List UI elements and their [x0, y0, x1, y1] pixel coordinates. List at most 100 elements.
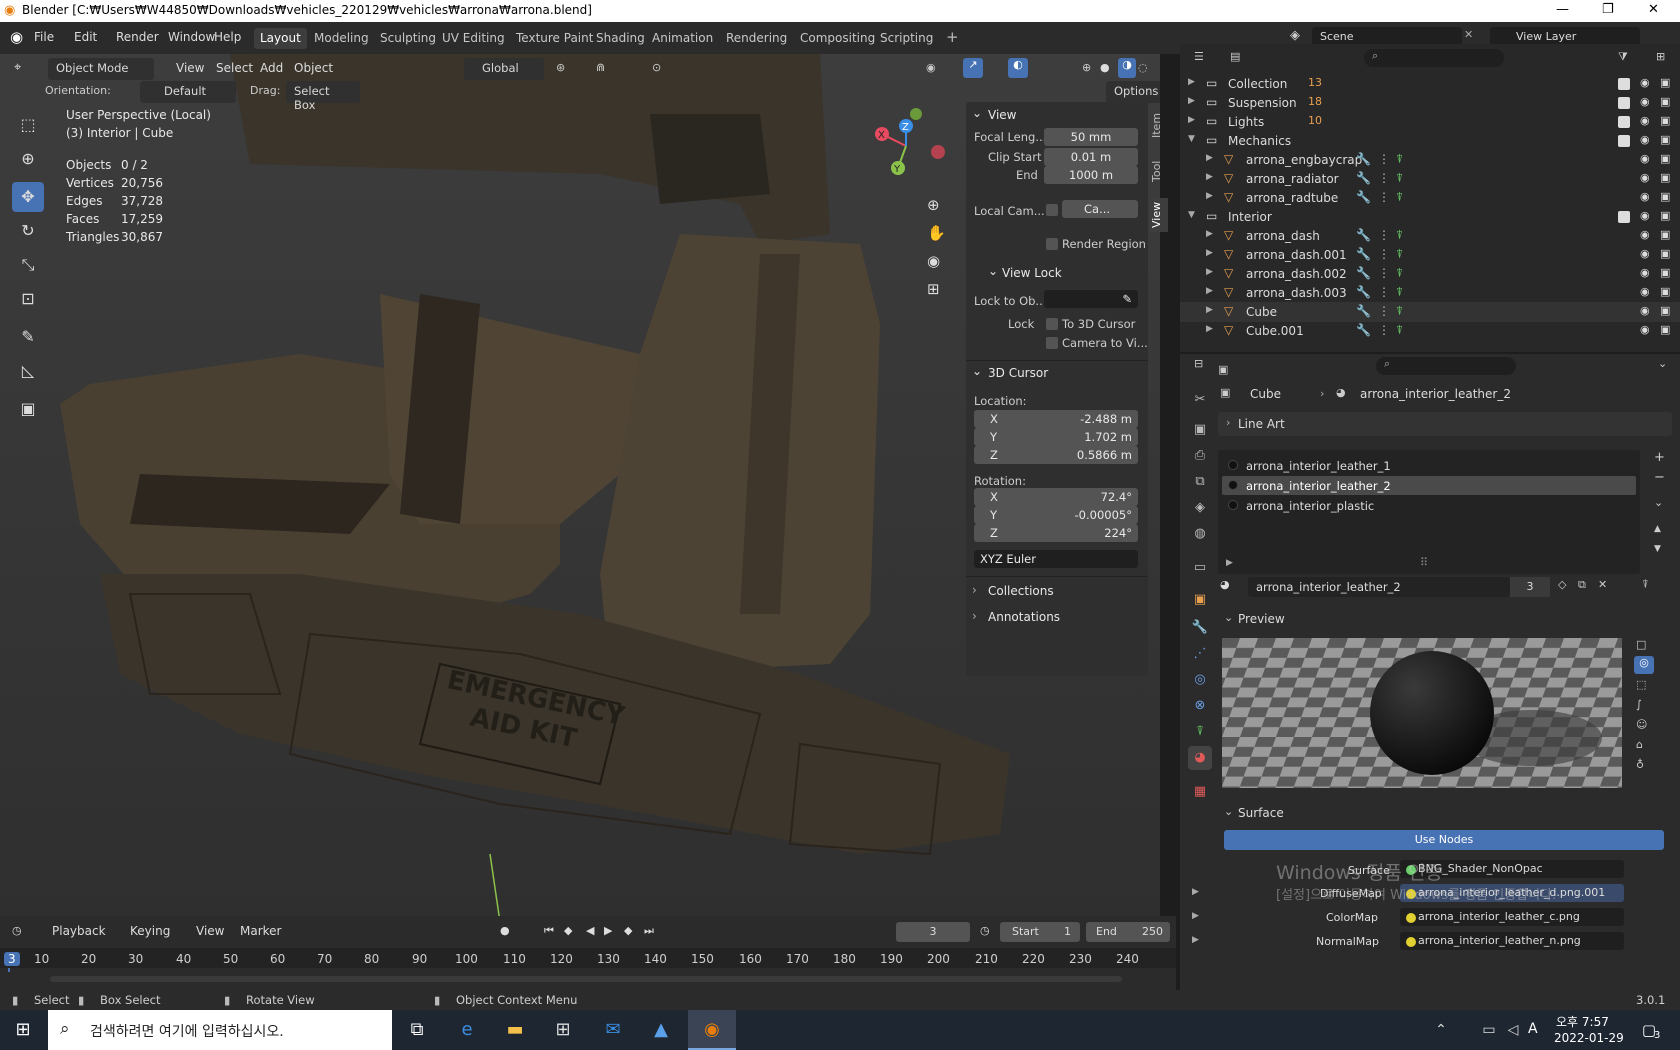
pan-hand-icon[interactable]: ✋	[927, 224, 946, 242]
remove-slot-icon[interactable]: −	[1654, 470, 1665, 485]
material-tab-icon[interactable]: ◕	[1188, 746, 1212, 770]
use-nodes-button[interactable]: Use Nodes	[1224, 830, 1664, 850]
mode-selector[interactable]: Object Mode	[48, 58, 154, 80]
hide-in-viewport-icon[interactable]: ◉	[1640, 323, 1650, 336]
map-texture-field[interactable]: arrona_interior_leather_d.png.001	[1400, 884, 1624, 902]
hair-preview-icon[interactable]: ∫	[1636, 698, 1642, 711]
expand-arrow-icon[interactable]: ▶	[1206, 305, 1213, 315]
material-link-icon[interactable]: ⍒	[1642, 578, 1649, 592]
disable-in-renders-icon[interactable]: ▣	[1660, 152, 1670, 165]
outliner-row-collection[interactable]: ▶ ▭ Collection 13 ◉ ▣	[1180, 74, 1680, 94]
move-tool-icon[interactable]: ✥	[12, 182, 44, 212]
menu-window[interactable]: Window	[168, 30, 215, 44]
expand-arrow-icon[interactable]: ▶	[1206, 267, 1213, 277]
tab-workspace-texture-paint[interactable]: Texture Paint	[510, 28, 599, 49]
mail-icon[interactable]: ✉	[600, 1018, 626, 1042]
prev-keyframe-icon[interactable]: ◆	[564, 924, 572, 937]
scale-tool-icon[interactable]: ⤡	[12, 250, 44, 280]
drag-selector[interactable]: Select Box	[286, 81, 360, 112]
cursor-rot-z-field[interactable]: Z 224°	[974, 524, 1138, 542]
measure-tool-icon[interactable]: ◺	[12, 356, 44, 386]
surface-panel-header[interactable]: ⌄ Surface	[1218, 802, 1672, 824]
frame-end-field[interactable]: End 250	[1086, 922, 1170, 942]
blender-taskbar-button[interactable]: ◉	[688, 1010, 736, 1050]
tray-chevron-icon[interactable]: ⌃	[1428, 1018, 1454, 1042]
focal-length-field[interactable]: 50 mm	[1044, 128, 1138, 146]
viewport-menu-select[interactable]: Select	[216, 61, 253, 75]
tab-workspace-uv-editing[interactable]: UV Editing	[436, 28, 511, 49]
fluid-preview-icon[interactable]: ♁	[1636, 758, 1644, 771]
hide-in-viewport-icon[interactable]: ◉	[1640, 247, 1650, 260]
play-icon[interactable]: ▶	[604, 924, 612, 937]
disable-in-renders-icon[interactable]: ▣	[1660, 266, 1670, 279]
outliner-row-arrona-dash[interactable]: ▶ ▽ arrona_dash 🔧 ⋮ ⍒ ◉ ▣	[1180, 226, 1680, 246]
edge-icon[interactable]: e	[454, 1018, 480, 1042]
tab-workspace-layout[interactable]: Layout	[254, 28, 307, 49]
disable-in-renders-icon[interactable]: ▣	[1660, 323, 1670, 336]
viewport-menu-add[interactable]: Add	[260, 61, 283, 75]
tab-workspace-rendering[interactable]: Rendering	[720, 28, 793, 49]
properties-options-icon[interactable]: ⌄	[1658, 357, 1667, 370]
map-texture-field[interactable]: arrona_interior_leather_n.png	[1400, 932, 1624, 950]
hide-in-viewport-icon[interactable]: ◉	[1640, 114, 1650, 127]
clip-start-field[interactable]: 0.01 m	[1044, 148, 1138, 166]
rendered-shading-icon[interactable]: ◌	[1138, 61, 1148, 74]
disable-in-renders-icon[interactable]: ▣	[1660, 190, 1670, 203]
material-name-field[interactable]: arrona_interior_leather_2	[1248, 577, 1510, 597]
texture-tab-icon[interactable]: ▦	[1188, 780, 1212, 804]
expand-arrow-icon[interactable]: ▶	[1206, 191, 1213, 201]
outliner-row-arrona-engbaycrap[interactable]: ▶ ▽ arrona_engbaycrap 🔧 ⋮ ⍒ ◉ ▣	[1180, 150, 1680, 170]
expand-arrow-icon[interactable]: ▼	[1188, 210, 1195, 220]
flat-preview-icon[interactable]: □	[1636, 638, 1646, 651]
hide-in-viewport-icon[interactable]: ◉	[1640, 152, 1650, 165]
timeline-scrollbar[interactable]	[50, 976, 1122, 982]
taskbar-search-box[interactable]: ⌕ 검색하려면 여기에 입력하십시오.	[48, 1010, 392, 1050]
expand-arrow-icon[interactable]: ▶	[1206, 286, 1213, 296]
hide-in-viewport-icon[interactable]: ◉	[1640, 209, 1650, 222]
expand-arrow-icon[interactable]: ▶	[1206, 324, 1213, 334]
input-language-indicator[interactable]: A	[1528, 1021, 1538, 1037]
timeline-menu-view[interactable]: View	[196, 924, 224, 938]
exclude-checkbox[interactable]	[1618, 135, 1630, 147]
disable-in-renders-icon[interactable]: ▣	[1660, 247, 1670, 260]
expand-arrow-icon[interactable]: ▶	[1206, 248, 1213, 258]
cursor-loc-y-field[interactable]: Y 1.702 m	[974, 428, 1138, 446]
annotate-tool-icon[interactable]: ✎	[12, 322, 44, 352]
cursor-loc-x-field[interactable]: X -2.488 m	[974, 410, 1138, 428]
cursor-tool-icon[interactable]: ⊕	[12, 144, 44, 174]
annotations-section[interactable]: Annotations	[988, 610, 1060, 624]
lock-to-cursor-checkbox[interactable]	[1046, 318, 1058, 330]
scene-tab-icon[interactable]: ◈	[1188, 496, 1212, 520]
local-camera-field[interactable]: Ca...	[1062, 200, 1138, 218]
cursor-loc-z-field[interactable]: Z 0.5866 m	[974, 446, 1138, 464]
monkey-preview-icon[interactable]: ☺	[1636, 718, 1647, 731]
disable-in-renders-icon[interactable]: ▣	[1660, 114, 1670, 127]
outliner-row-arrona-radtube[interactable]: ▶ ▽ arrona_radtube 🔧 ⋮ ⍒ ◉ ▣	[1180, 188, 1680, 208]
material-slot-item[interactable]: arrona_interior_plastic	[1222, 496, 1636, 515]
hide-in-viewport-icon[interactable]: ◉	[1640, 76, 1650, 89]
timeline-track-area[interactable]	[0, 972, 1176, 986]
zoom-icon[interactable]: ⊕	[927, 196, 940, 214]
render-region-checkbox[interactable]	[1046, 238, 1058, 250]
disable-in-renders-icon[interactable]: ▣	[1660, 304, 1670, 317]
taskbar-clock-time[interactable]: 오후 7:57	[1556, 1013, 1609, 1030]
hide-in-viewport-icon[interactable]: ◉	[1640, 228, 1650, 241]
editor-type-icon[interactable]: ⌖	[14, 60, 21, 75]
menu-edit[interactable]: Edit	[74, 30, 97, 44]
outliner-row-arrona-dash-003[interactable]: ▶ ▽ arrona_dash.003 🔧 ⋮ ⍒ ◉ ▣	[1180, 283, 1680, 303]
outliner-row-arrona-dash-002[interactable]: ▶ ▽ arrona_dash.002 🔧 ⋮ ⍒ ◉ ▣	[1180, 264, 1680, 284]
material-slot-item[interactable]: arrona_interior_leather_2	[1222, 476, 1636, 495]
render-tab-icon[interactable]: ▣	[1188, 418, 1212, 442]
expand-arrow-icon[interactable]: ▶	[1188, 115, 1195, 125]
eyedropper-icon[interactable]: ✎	[1122, 290, 1132, 308]
surface-shader-field[interactable]: BNG_Shader_NonOpac	[1400, 860, 1624, 878]
disable-in-renders-icon[interactable]: ▣	[1660, 95, 1670, 108]
cube-preview-icon[interactable]: ⬚	[1636, 678, 1646, 691]
exclude-checkbox[interactable]	[1618, 97, 1630, 109]
expand-arrow-icon[interactable]: ▶	[1206, 153, 1213, 163]
close-scene-icon[interactable]: ✕	[1464, 28, 1473, 41]
outliner-row-arrona-dash-001[interactable]: ▶ ▽ arrona_dash.001 🔧 ⋮ ⍒ ◉ ▣	[1180, 245, 1680, 265]
unlink-material-icon[interactable]: ✕	[1598, 578, 1607, 591]
rotation-mode-selector[interactable]: XYZ Euler	[974, 550, 1138, 568]
play-reverse-icon[interactable]: ◀	[586, 924, 594, 937]
